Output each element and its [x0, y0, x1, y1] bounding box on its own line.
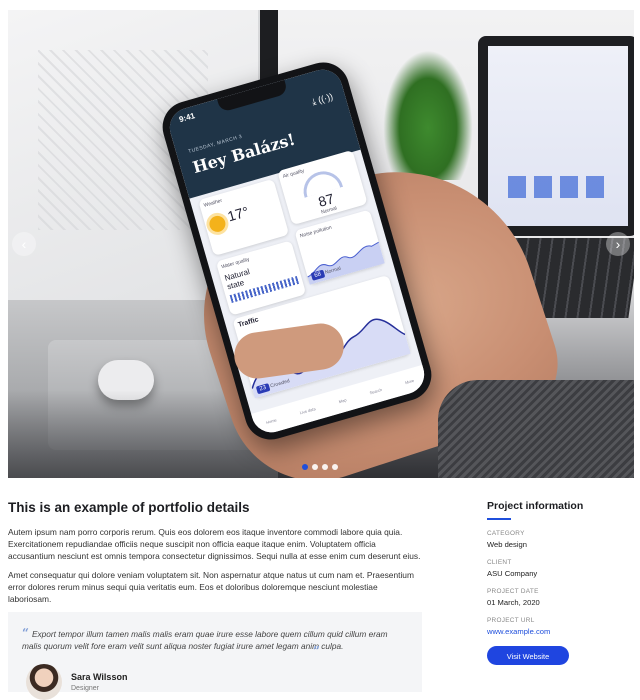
weather-temp: 17° [225, 203, 251, 225]
client-label: Client [487, 559, 512, 566]
avatar [26, 664, 62, 700]
slide-photo: 9:41 ⤓ ((·)) TUESDAY, MARCH 3 Hey Balázs… [8, 10, 634, 478]
client-value: ASU Company [487, 569, 538, 578]
testimonial-quote: Export tempor illum tamen malis malis er… [22, 629, 388, 652]
testimonial-card: “ Export tempor illum tamen malis malis … [8, 612, 422, 700]
slider-prev-button[interactable]: ‹ [12, 232, 36, 256]
details-title: This is an example of portfolio details [8, 500, 250, 515]
testimonial-name: Sara Wilsson [71, 672, 128, 682]
chevron-left-icon: ‹ [21, 236, 27, 252]
chevron-right-icon: › [615, 236, 621, 252]
portfolio-description: This is an example of portfolio details … [8, 500, 422, 606]
details-paragraph: Amet consequatur qui dolore veniam volup… [8, 570, 414, 604]
phone-tab-map: Map [338, 396, 347, 404]
slider-dot[interactable] [302, 464, 308, 470]
visit-website-button[interactable]: Visit Website [487, 646, 569, 665]
slider-next-button[interactable]: › [606, 232, 630, 256]
quote-close-icon: ” [313, 644, 320, 658]
title-underline [487, 518, 511, 520]
category-value: Web design [487, 540, 527, 549]
project-url-link[interactable]: www.example.com [487, 627, 550, 636]
phone-tab-home: Home [265, 416, 278, 425]
slider-dot[interactable] [322, 464, 328, 470]
phone-tab-live-data: Live data [299, 405, 317, 415]
portfolio-image-slider: 9:41 ⤓ ((·)) TUESDAY, MARCH 3 Hey Balázs… [8, 10, 634, 478]
category-label: Category [487, 530, 525, 537]
phone-tab-more: More [404, 377, 415, 385]
project-date-label: Project date [487, 588, 539, 595]
slider-pagination [302, 464, 338, 470]
project-info-panel: Project information Category Web design … [487, 500, 627, 665]
project-date-value: 01 March, 2020 [487, 598, 540, 607]
slider-dot[interactable] [332, 464, 338, 470]
slider-dot[interactable] [312, 464, 318, 470]
project-url-label: Project URL [487, 617, 535, 624]
testimonial-role: Designer [71, 685, 100, 692]
details-paragraph: Autem ipsum nam porro corporis rerum. Qu… [8, 527, 421, 561]
phone-tab-search: Search [368, 386, 383, 395]
sun-icon [207, 213, 228, 234]
project-info-title: Project information [487, 500, 584, 512]
